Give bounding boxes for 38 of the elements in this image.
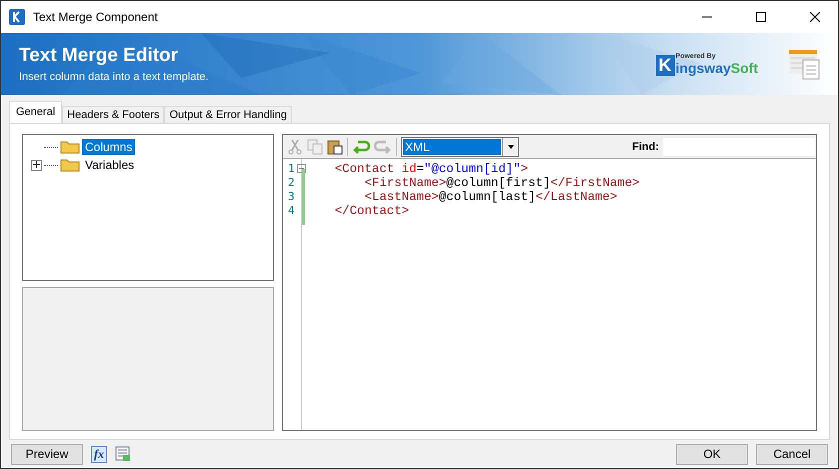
code-line: <LastName>@column[last]</LastName> <box>363 190 618 204</box>
logo-word: Soft <box>730 60 758 76</box>
expression-button[interactable]: fx <box>91 446 107 462</box>
expand-icon[interactable] <box>31 160 42 170</box>
language-dropdown[interactable]: XML <box>401 136 519 156</box>
app-logo-icon <box>9 9 25 25</box>
line-number: 3 <box>288 190 295 204</box>
banner-title: Text Merge Editor <box>19 45 180 67</box>
undo-icon[interactable] <box>352 138 370 154</box>
preview-button[interactable]: Preview <box>11 444 83 464</box>
code-line: <FirstName>@column[first]</FirstName> <box>363 176 640 190</box>
table-document-icon <box>788 48 820 80</box>
tree-item[interactable]: Variables <box>82 157 138 173</box>
code-line: </Contact> <box>334 204 410 218</box>
folder-icon <box>60 158 80 172</box>
paste-icon[interactable] <box>327 138 343 154</box>
code-line: <Contact id="@column[id]"> <box>334 162 530 176</box>
logo-word: ingsway <box>676 60 731 76</box>
line-number: 4 <box>288 204 295 218</box>
logo-letter: K <box>656 54 675 76</box>
cancel-button[interactable]: Cancel <box>756 444 828 464</box>
table-export-icon[interactable] <box>115 446 131 462</box>
tab[interactable]: General <box>9 101 62 123</box>
window-title: Text Merge Component <box>33 10 159 24</box>
caret-icon[interactable] <box>502 138 518 156</box>
banner-subtitle: Insert column data into a text template. <box>19 71 210 83</box>
line-number: 1 <box>288 162 295 176</box>
maximize-icon[interactable] <box>756 12 766 22</box>
close-icon[interactable] <box>810 12 820 22</box>
code-editor[interactable]: 1 2 3 4 <Contact id="@column[id]"> <FirstName>@column[first]</FirstName> <LastName>@column[last]</LastName> </Contact> <box>283 159 816 430</box>
ok-button[interactable]: OK <box>676 444 748 464</box>
line-number: 2 <box>288 176 295 190</box>
tree-item[interactable]: Columns <box>82 139 136 155</box>
folder-icon <box>60 140 80 154</box>
tab[interactable]: Headers & Footers <box>62 106 164 123</box>
find-field[interactable] <box>663 138 815 156</box>
tab[interactable]: Output & Error Handling <box>164 106 292 123</box>
find-label: Find: <box>632 140 659 152</box>
